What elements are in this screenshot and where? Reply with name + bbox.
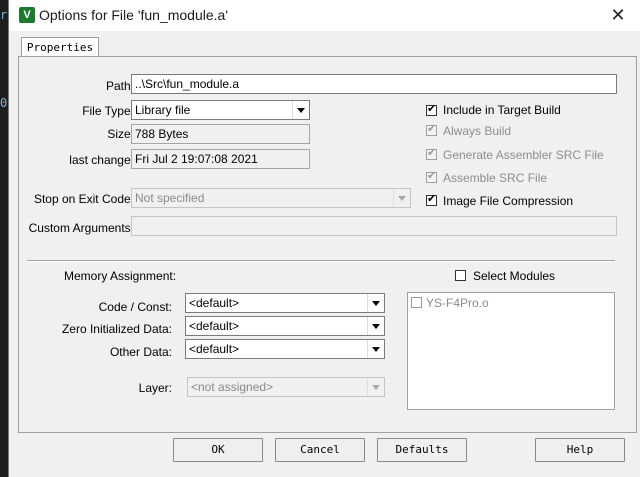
assemble-src-checkbox [426, 170, 437, 183]
modules-listbox[interactable]: YS-F4Pro.o [407, 292, 615, 410]
file-type-label: File Type: [82, 104, 134, 118]
path-field[interactable]: ..\Src\fun_module.a [131, 74, 617, 94]
stop-on-exit-value: Not specified [135, 191, 205, 205]
background-glyph: r [0, 8, 8, 22]
custom-arguments-label: Custom Arguments: [28, 221, 134, 235]
memory-assignment-heading: Memory Assignment: [64, 269, 177, 283]
chevron-down-icon [393, 189, 410, 207]
stop-on-exit-label: Stop on Exit Code: [33, 192, 134, 206]
zero-init-label: Zero Initialized Data: [61, 322, 172, 336]
chevron-down-icon[interactable] [292, 101, 309, 119]
always-build-label: Always Build [443, 124, 512, 138]
image-compression-checkbox[interactable] [426, 193, 437, 206]
chevron-down-icon[interactable] [367, 294, 384, 312]
file-type-select[interactable]: Library file [131, 100, 310, 120]
custom-arguments-field [131, 216, 617, 236]
module-label: YS-F4Pro.o [426, 296, 489, 310]
generate-asm-src-checkbox [426, 147, 437, 160]
title-bar: V Options for File 'fun_module.a' ✕ [9, 0, 640, 31]
zero-init-select[interactable]: <default> [185, 316, 385, 336]
size-value: 788 Bytes [131, 124, 310, 144]
defaults-button[interactable]: Defaults [377, 438, 467, 462]
list-item[interactable]: YS-F4Pro.o [411, 296, 489, 310]
layer-label: Layer: [138, 381, 172, 395]
chevron-down-icon [367, 378, 384, 396]
code-const-value: <default> [189, 296, 240, 310]
file-type-value: Library file [135, 103, 191, 117]
include-in-build-checkbox[interactable] [426, 103, 437, 116]
select-modules-checkbox[interactable] [455, 270, 466, 281]
options-dialog: V Options for File 'fun_module.a' ✕ Prop… [8, 0, 640, 477]
keil-v-icon: V [19, 7, 35, 23]
section-divider [27, 260, 615, 262]
other-data-value: <default> [189, 342, 240, 356]
other-data-label: Other Data: [109, 345, 172, 359]
tab-properties[interactable]: Properties [21, 37, 99, 58]
last-change-value: Fri Jul 2 19:07:08 2021 [131, 149, 310, 169]
assemble-src-label: Assemble SRC File [443, 171, 548, 185]
chevron-down-icon[interactable] [367, 317, 384, 335]
window-title: Options for File 'fun_module.a' [39, 7, 228, 23]
close-button[interactable]: ✕ [607, 4, 629, 26]
layer-value: <not assigned> [191, 380, 274, 394]
background-glyph: 0 [0, 96, 8, 110]
layer-select: <not assigned> [187, 377, 385, 397]
help-button[interactable]: Help [535, 438, 625, 462]
select-modules-label[interactable]: Select Modules [473, 269, 555, 283]
size-label: Size: [107, 127, 134, 141]
zero-init-value: <default> [189, 319, 240, 333]
chevron-down-icon[interactable] [367, 340, 384, 358]
generate-asm-src-label: Generate Assembler SRC File [443, 148, 604, 162]
include-in-build-label[interactable]: Include in Target Build [443, 103, 561, 117]
code-const-select[interactable]: <default> [185, 293, 385, 313]
stop-on-exit-select: Not specified [131, 188, 411, 208]
code-const-label: Code / Const: [98, 300, 172, 314]
other-data-select[interactable]: <default> [185, 339, 385, 359]
module-checkbox[interactable] [411, 297, 422, 308]
path-label: Path: [105, 79, 134, 93]
ok-button[interactable]: OK [173, 438, 263, 462]
always-build-checkbox [426, 123, 437, 136]
cancel-button[interactable]: Cancel [275, 438, 365, 462]
last-change-label: last change: [69, 153, 134, 167]
image-compression-label[interactable]: Image File Compression [443, 194, 573, 208]
